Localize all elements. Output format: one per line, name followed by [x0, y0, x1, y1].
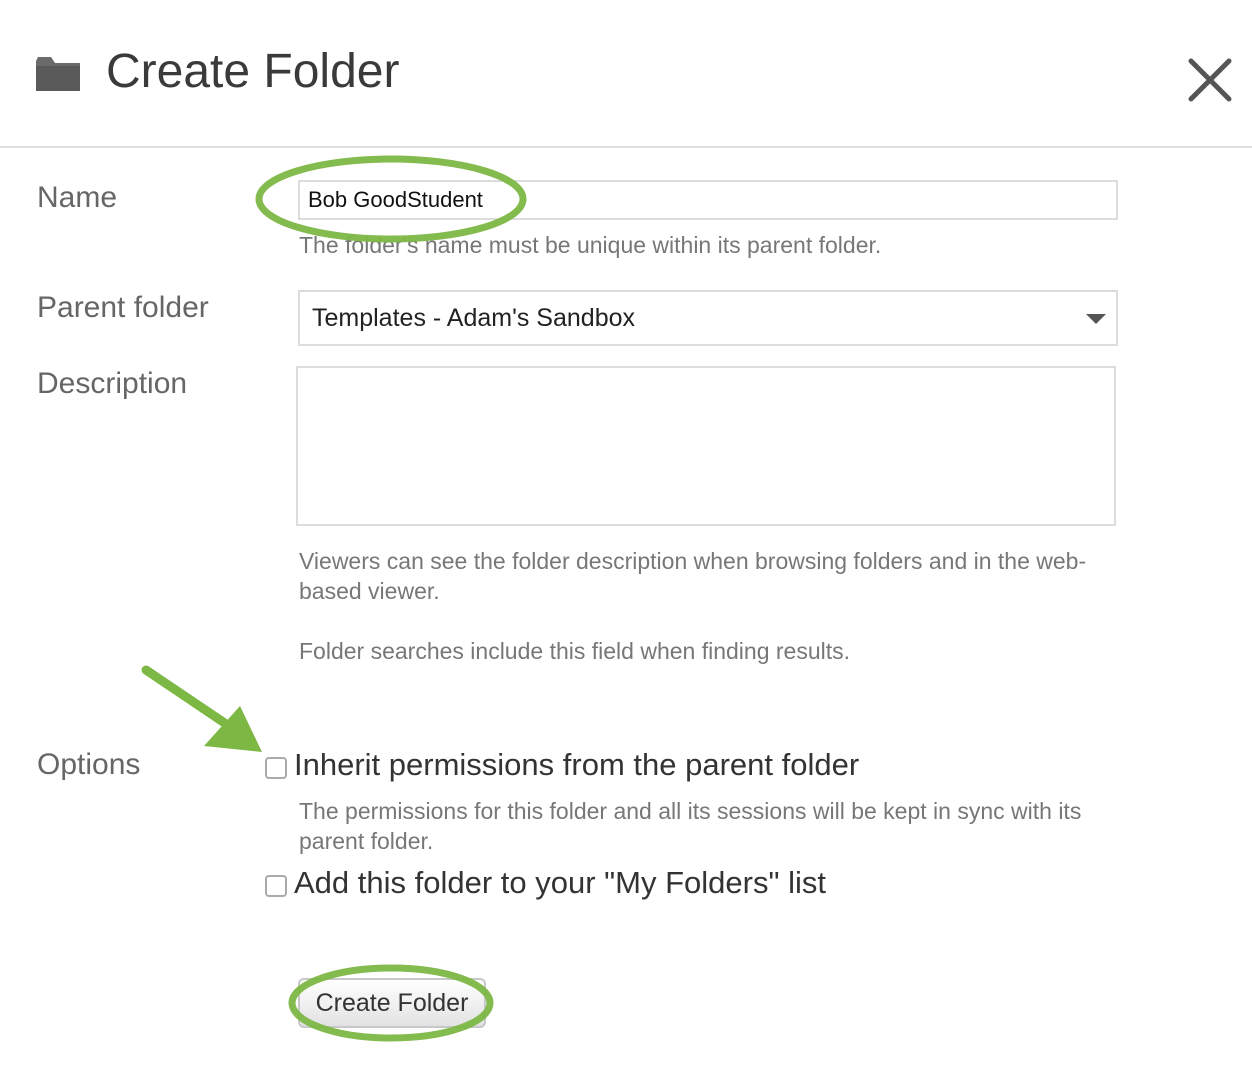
- name-label: Name: [37, 181, 118, 214]
- parent-folder-selected: Templates - Adam's Sandbox: [312, 304, 635, 332]
- options-label: Options: [37, 748, 141, 781]
- arrow-annotation: [141, 665, 262, 752]
- name-input[interactable]: Bob GoodStudent: [298, 180, 1118, 220]
- description-label: Description: [37, 367, 188, 400]
- dialog-header: Create Folder: [0, 0, 1252, 148]
- annotation-overlay: [141, 155, 527, 1042]
- create-folder-button[interactable]: Create Folder: [298, 978, 486, 1028]
- my-folders-checkbox[interactable]: [265, 875, 287, 897]
- description-textarea[interactable]: [296, 366, 1116, 526]
- caret-down-icon: [1086, 314, 1106, 324]
- description-search-hint: Folder searches include this field when …: [299, 638, 851, 664]
- inherit-permissions-checkbox[interactable]: [265, 757, 287, 779]
- description-hint: Viewers can see the folder description w…: [299, 548, 1087, 604]
- close-icon[interactable]: [1186, 56, 1234, 104]
- parent-folder-label: Parent folder: [37, 291, 209, 324]
- my-folders-label[interactable]: Add this folder to your "My Folders" lis…: [294, 865, 826, 901]
- inherit-permissions-hint: The permissions for this folder and all …: [299, 798, 1082, 854]
- parent-folder-select[interactable]: Templates - Adam's Sandbox: [298, 290, 1118, 346]
- name-hint: The folder's name must be unique within …: [299, 232, 882, 258]
- folder-icon: [36, 57, 80, 91]
- inherit-permissions-label[interactable]: Inherit permissions from the parent fold…: [294, 747, 859, 783]
- dialog-title: Create Folder: [106, 45, 400, 98]
